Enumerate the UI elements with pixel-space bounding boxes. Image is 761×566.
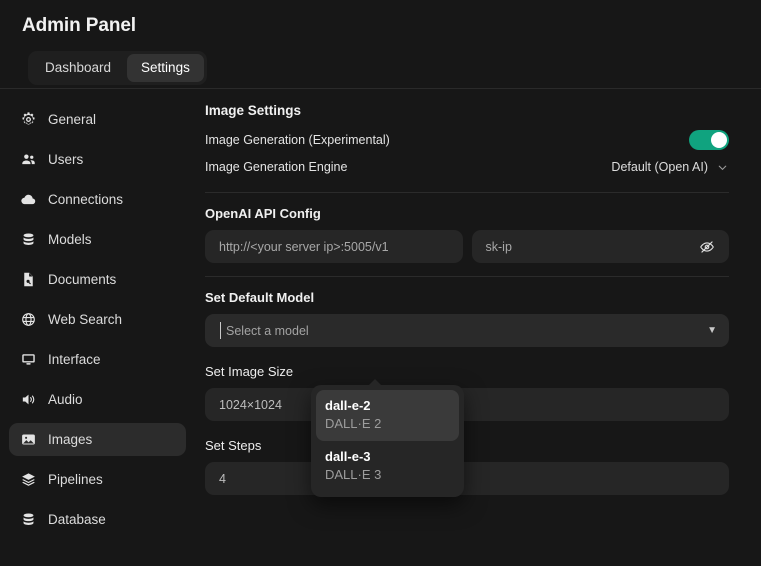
globe-icon bbox=[20, 311, 37, 328]
layers-icon bbox=[20, 471, 37, 488]
cloud-icon bbox=[20, 191, 37, 208]
tab-settings[interactable]: Settings bbox=[127, 54, 204, 82]
image-size-title: Set Image Size bbox=[205, 364, 294, 379]
sidebar-item-label: Connections bbox=[48, 191, 124, 207]
header: Admin Panel Dashboard Settings bbox=[0, 0, 761, 89]
sidebar-item-models[interactable]: Models bbox=[9, 223, 186, 256]
model-dropdown-menu: dall-e-2 DALL·E 2 dall-e-3 DALL·E 3 bbox=[311, 379, 464, 497]
api-key-value: sk-ip bbox=[485, 239, 512, 254]
tab-bar: Dashboard Settings bbox=[28, 51, 207, 85]
engine-value: Default (Open AI) bbox=[611, 160, 708, 174]
sidebar-item-label: Audio bbox=[48, 391, 83, 407]
dropdown-arrow-nub bbox=[368, 379, 382, 386]
triangle-down-icon[interactable]: ▼ bbox=[707, 325, 717, 336]
sidebar-item-label: Models bbox=[48, 231, 92, 247]
model-option-name: dall-e-2 bbox=[325, 398, 371, 413]
gear-icon bbox=[20, 111, 37, 128]
sidebar-item-documents[interactable]: Documents bbox=[9, 263, 186, 296]
api-url-input[interactable]: http://<your server ip>:5005/v1 bbox=[205, 230, 463, 263]
default-model-select[interactable]: Select a model ▼ bbox=[205, 314, 729, 347]
sidebar-item-label: General bbox=[48, 111, 97, 127]
sidebar-item-pipelines[interactable]: Pipelines bbox=[9, 463, 186, 496]
sidebar: General Users Connections Models Documen… bbox=[0, 89, 195, 566]
sidebar-item-label: Web Search bbox=[48, 311, 123, 327]
users-icon bbox=[20, 151, 37, 168]
image-generation-engine-label: Image Generation Engine bbox=[205, 160, 348, 174]
image-generation-engine-row: Image Generation Engine Default (Open AI… bbox=[205, 155, 729, 179]
steps-input[interactable]: 4 bbox=[205, 462, 729, 495]
api-key-input[interactable]: sk-ip bbox=[471, 230, 729, 263]
database-icon bbox=[20, 231, 37, 248]
default-model-title: Set Default Model bbox=[205, 290, 315, 305]
divider bbox=[205, 276, 729, 277]
image-size-input[interactable]: 1024×1024 bbox=[205, 388, 729, 421]
image-generation-row: Image Generation (Experimental) bbox=[205, 128, 729, 152]
default-model-placeholder: Select a model bbox=[226, 323, 309, 338]
main-content: Image Settings Image Generation (Experim… bbox=[195, 89, 761, 566]
sidebar-item-connections[interactable]: Connections bbox=[9, 183, 186, 216]
sidebar-item-interface[interactable]: Interface bbox=[9, 343, 186, 376]
toggle-knob bbox=[711, 132, 727, 148]
image-generation-label: Image Generation (Experimental) bbox=[205, 133, 390, 147]
sidebar-item-label: Documents bbox=[48, 271, 117, 287]
sidebar-item-web-search[interactable]: Web Search bbox=[9, 303, 186, 336]
sidebar-item-audio[interactable]: Audio bbox=[9, 383, 186, 416]
monitor-icon bbox=[20, 351, 37, 368]
steps-title: Set Steps bbox=[205, 438, 262, 453]
sidebar-item-label: Images bbox=[48, 431, 93, 447]
text-caret bbox=[220, 322, 221, 339]
steps-value: 4 bbox=[219, 471, 226, 486]
page-title: Admin Panel bbox=[22, 15, 136, 36]
database-icon bbox=[20, 511, 37, 528]
sidebar-item-label: Interface bbox=[48, 351, 101, 367]
document-icon bbox=[20, 271, 37, 288]
tab-dashboard[interactable]: Dashboard bbox=[31, 54, 125, 82]
image-generation-engine-select[interactable]: Default (Open AI) bbox=[611, 160, 729, 174]
image-settings-title: Image Settings bbox=[205, 103, 302, 118]
chevron-down-icon bbox=[718, 165, 727, 170]
speaker-icon bbox=[20, 391, 37, 408]
eye-off-icon[interactable] bbox=[698, 238, 715, 255]
model-option-dall-e-3[interactable]: dall-e-3 DALL·E 3 bbox=[316, 441, 459, 492]
image-icon bbox=[20, 431, 37, 448]
sidebar-item-database[interactable]: Database bbox=[9, 503, 186, 536]
model-option-dall-e-2[interactable]: dall-e-2 DALL·E 2 bbox=[316, 390, 459, 441]
model-option-name: dall-e-3 bbox=[325, 449, 371, 464]
sidebar-item-users[interactable]: Users bbox=[9, 143, 186, 176]
api-config-title: OpenAI API Config bbox=[205, 206, 321, 221]
api-url-value: http://<your server ip>:5005/v1 bbox=[219, 239, 389, 254]
sidebar-item-label: Database bbox=[48, 511, 106, 527]
model-option-sublabel: DALL·E 3 bbox=[325, 467, 382, 482]
image-size-value: 1024×1024 bbox=[219, 397, 282, 412]
admin-panel-window: Admin Panel Dashboard Settings General U… bbox=[0, 0, 761, 566]
sidebar-item-label: Pipelines bbox=[48, 471, 103, 487]
divider bbox=[205, 192, 729, 193]
sidebar-item-general[interactable]: General bbox=[9, 103, 186, 136]
sidebar-item-label: Users bbox=[48, 151, 84, 167]
sidebar-item-images[interactable]: Images bbox=[9, 423, 186, 456]
api-config-row: http://<your server ip>:5005/v1 sk-ip bbox=[205, 230, 729, 263]
model-option-sublabel: DALL·E 2 bbox=[325, 416, 382, 431]
image-generation-toggle[interactable] bbox=[689, 130, 729, 150]
